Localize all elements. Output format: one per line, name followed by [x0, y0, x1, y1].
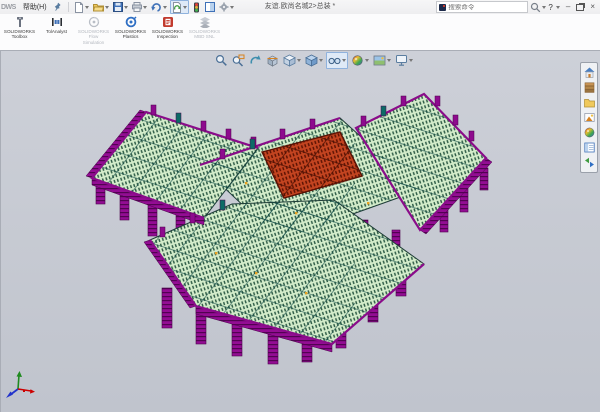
- help-button[interactable]: ?: [548, 3, 552, 12]
- task-pane-tabs: [580, 62, 598, 173]
- ribbon-addins-tab-content: SOLIDWORKS Toolbox TolAnalyst SOLIDWORKS…: [0, 14, 600, 53]
- print-button[interactable]: [131, 1, 148, 13]
- minimize-button[interactable]: –: [566, 3, 570, 11]
- open-button[interactable]: [92, 1, 110, 13]
- solidworks-forum-icon[interactable]: [584, 157, 595, 168]
- ribbon-button-label: SOLIDWORKS Plastics: [115, 29, 146, 40]
- mbd-icon: [199, 16, 211, 28]
- plastics-icon: [125, 16, 137, 28]
- view-settings-caret[interactable]: [409, 59, 413, 62]
- file-explorer-icon[interactable]: [584, 97, 595, 108]
- solidworks-search-scope-icon: [439, 4, 446, 11]
- options-dropdown-caret[interactable]: [230, 6, 234, 9]
- ribbon-button-label: SOLIDWORKS MBD SNL: [189, 29, 220, 40]
- new-dropdown-caret[interactable]: [85, 6, 89, 9]
- apply-scene-icon[interactable]: [372, 53, 392, 68]
- restore-button[interactable]: [576, 4, 584, 11]
- solidworks-logo-fragment: DWS: [1, 4, 16, 11]
- save-dropdown-caret[interactable]: [124, 6, 128, 9]
- edit-appearance-caret[interactable]: [365, 59, 369, 62]
- print-dropdown-caret[interactable]: [143, 6, 147, 9]
- search-input[interactable]: [448, 4, 525, 11]
- ribbon-solidworks-plastics-button[interactable]: SOLIDWORKS Plastics: [113, 16, 148, 40]
- search-dropdown-caret[interactable]: [542, 6, 546, 9]
- menu-help[interactable]: 帮助(H): [19, 2, 51, 12]
- view-settings-icon[interactable]: [394, 53, 414, 68]
- ribbon-flow-simulation-button: SOLIDWORKS Flow Simulation: [76, 16, 111, 45]
- zoom-to-fit-icon[interactable]: [214, 53, 229, 68]
- close-button[interactable]: ×: [590, 3, 595, 11]
- ribbon-button-label: SOLIDWORKS Toolbox: [4, 29, 35, 40]
- apply-scene-caret[interactable]: [387, 59, 391, 62]
- solidworks-resources-icon[interactable]: [584, 67, 595, 78]
- design-library-icon[interactable]: [584, 82, 595, 93]
- toolbar-separator: [68, 2, 69, 12]
- display-style-icon[interactable]: [304, 53, 324, 68]
- undo-button[interactable]: [150, 1, 168, 13]
- display-style-caret[interactable]: [319, 59, 323, 62]
- save-button[interactable]: [112, 1, 129, 13]
- graphics-viewport[interactable]: [0, 50, 600, 412]
- hide-show-items-caret[interactable]: [342, 59, 346, 62]
- options-button[interactable]: [218, 1, 235, 13]
- display-pane-button[interactable]: [204, 1, 216, 13]
- search-icon[interactable]: [530, 2, 541, 13]
- solidworks-window: DWS 帮助(H): [0, 0, 600, 412]
- rebuild-dropdown-caret[interactable]: [183, 6, 187, 9]
- pin-menu-icon[interactable]: [54, 2, 62, 13]
- section-view-icon[interactable]: [265, 53, 280, 68]
- ribbon-mbd-snl-button: SOLIDWORKS MBD SNL: [187, 16, 222, 40]
- edit-appearance-icon[interactable]: [350, 53, 370, 68]
- help-dropdown-caret[interactable]: [556, 6, 560, 9]
- open-dropdown-caret[interactable]: [105, 6, 109, 9]
- title-bar: DWS 帮助(H): [0, 0, 600, 15]
- view-orientation-icon[interactable]: [282, 53, 302, 68]
- zoom-to-area-icon[interactable]: [231, 53, 246, 68]
- inspection-icon: [162, 16, 174, 28]
- ribbon-solidworks-toolbox-button[interactable]: SOLIDWORKS Toolbox: [2, 16, 37, 40]
- custom-properties-icon[interactable]: [584, 142, 595, 153]
- ribbon-button-label: SOLIDWORKS Flow Simulation: [78, 29, 109, 45]
- ribbon-solidworks-inspection-button[interactable]: SOLIDWORKS Inspection: [150, 16, 185, 40]
- ribbon-tolanalyst-button[interactable]: TolAnalyst: [39, 16, 74, 34]
- appearances-scenes-icon[interactable]: [584, 127, 595, 138]
- coordinate-triad: [4, 369, 38, 404]
- heads-up-view-toolbar: [213, 53, 415, 67]
- rebuild-button[interactable]: [170, 0, 189, 14]
- new-button[interactable]: [73, 1, 90, 13]
- tolanalyst-icon: [51, 16, 63, 28]
- performance-traffic-light-button[interactable]: [191, 1, 202, 13]
- previous-view-icon[interactable]: [248, 53, 263, 68]
- search-box[interactable]: [436, 1, 528, 13]
- view-orientation-caret[interactable]: [297, 59, 301, 62]
- assembly-model[interactable]: [55, 72, 505, 377]
- ribbon-button-label: SOLIDWORKS Inspection: [152, 29, 183, 40]
- toolbox-icon: [14, 16, 26, 28]
- ribbon-button-label: TolAnalyst: [46, 29, 67, 34]
- hide-show-items-icon[interactable]: [326, 52, 348, 69]
- undo-dropdown-caret[interactable]: [163, 6, 167, 9]
- flow-simulation-icon: [88, 16, 100, 28]
- view-palette-icon[interactable]: [584, 112, 595, 123]
